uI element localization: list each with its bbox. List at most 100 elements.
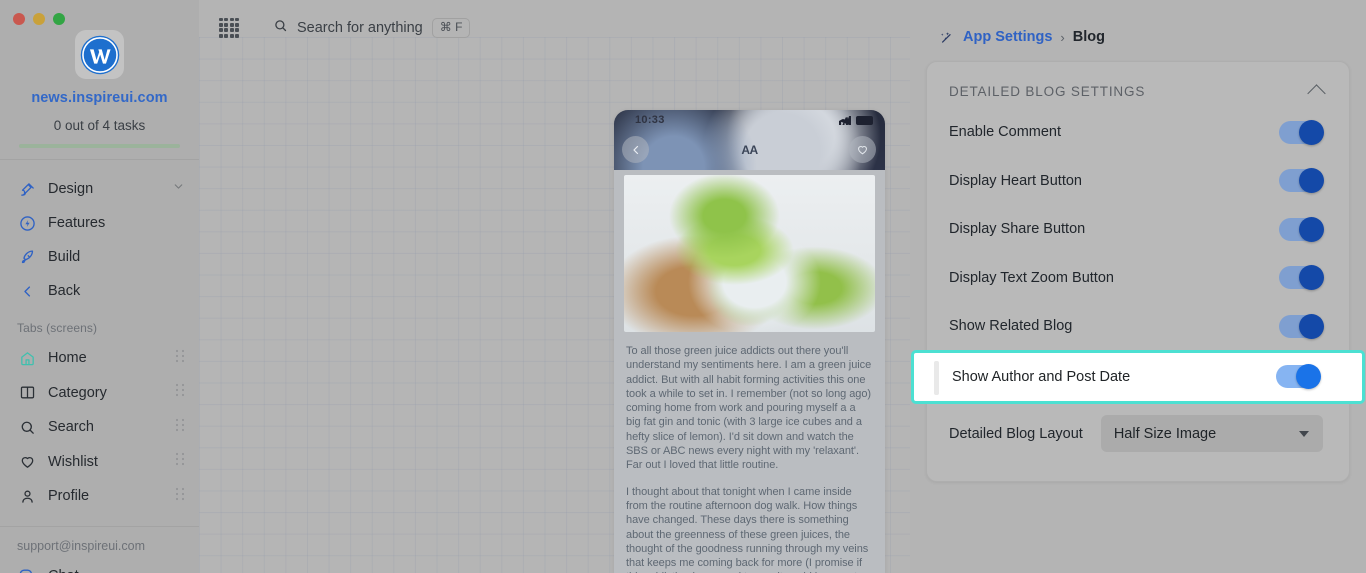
highlight-accent-bar bbox=[934, 360, 939, 395]
sidebar-item-wishlist[interactable]: Wishlist bbox=[0, 445, 199, 480]
sidebar-item-search[interactable]: Search bbox=[0, 410, 199, 445]
search-placeholder: Search for anything bbox=[297, 19, 423, 36]
sidebar-item-label: Category bbox=[48, 384, 107, 401]
detailed-blog-settings-card: DETAILED BLOG SETTINGS Enable Comment Di… bbox=[911, 61, 1365, 482]
setting-label: Detailed Blog Layout bbox=[949, 425, 1083, 442]
detailed-blog-layout-select[interactable]: Half Size Image bbox=[1100, 415, 1323, 452]
wordpress-logo-svg bbox=[80, 35, 119, 74]
tasks-progress-bar bbox=[19, 144, 180, 148]
zoom-button[interactable] bbox=[53, 13, 65, 25]
back-arrow-icon[interactable] bbox=[622, 136, 649, 163]
home-icon bbox=[17, 348, 37, 368]
wordpress-logo-icon bbox=[75, 30, 124, 79]
sidebar-item-build[interactable]: Build bbox=[0, 240, 199, 274]
settings-list: Enable Comment Display Heart Button Disp… bbox=[911, 108, 1365, 481]
tabs-section-label: Tabs (screens) bbox=[17, 321, 98, 335]
status-bar-indicators bbox=[839, 116, 873, 125]
sidebar-item-profile[interactable]: Profile bbox=[0, 479, 199, 514]
toggle-display-heart-button[interactable] bbox=[1279, 168, 1324, 194]
toggle-knob bbox=[1296, 364, 1321, 389]
select-value: Half Size Image bbox=[1113, 425, 1217, 442]
search-input[interactable]: Search for anything ⌘ F bbox=[273, 17, 471, 38]
sidebar-item-label: Build bbox=[48, 249, 81, 265]
chevron-down-icon[interactable] bbox=[172, 180, 185, 198]
toggle-display-text-zoom-button[interactable] bbox=[1279, 265, 1324, 291]
tasks-progress-fill bbox=[19, 144, 180, 148]
toggle-knob bbox=[1299, 168, 1324, 194]
toggle-display-share-button[interactable] bbox=[1279, 216, 1324, 242]
search-shortcut-badge: ⌘ F bbox=[431, 17, 471, 38]
sidebar-item-home[interactable]: Home bbox=[0, 341, 199, 376]
category-icon bbox=[17, 383, 37, 403]
drag-handle-icon[interactable] bbox=[175, 349, 185, 368]
brand-block: news.inspireui.com 0 out of 4 tasks bbox=[0, 28, 199, 148]
sidebar-item-label: Home bbox=[48, 350, 87, 367]
post-featured-image bbox=[624, 175, 875, 332]
toggle-knob bbox=[1299, 216, 1324, 242]
toggle-knob bbox=[1299, 119, 1324, 145]
setting-row-enable-comment: Enable Comment bbox=[927, 108, 1349, 157]
setting-label: Enable Comment bbox=[949, 124, 1062, 141]
drag-handle-icon[interactable] bbox=[175, 418, 185, 437]
drag-handle-icon[interactable] bbox=[175, 383, 185, 402]
sidebar-item-features[interactable]: Features bbox=[0, 206, 199, 240]
support-email[interactable]: support@inspireui.com bbox=[0, 527, 199, 553]
status-bar-time: 10:33 bbox=[635, 114, 665, 126]
brand-domain[interactable]: news.inspireui.com bbox=[0, 90, 199, 106]
sidebar-item-chat[interactable]: Chat bbox=[0, 559, 199, 573]
wishlist-heart-icon bbox=[17, 452, 37, 472]
sidebar-item-label: Profile bbox=[48, 488, 90, 505]
topbar: Search for anything ⌘ F bbox=[199, 0, 1366, 55]
post-body: To all those green juice addicts out the… bbox=[624, 332, 875, 573]
window-traffic-lights bbox=[0, 0, 199, 28]
heart-icon[interactable] bbox=[849, 136, 876, 163]
sidebar-item-category[interactable]: Category bbox=[0, 376, 199, 411]
setting-row-display-text-zoom-button: Display Text Zoom Button bbox=[927, 254, 1349, 303]
apps-grid-icon[interactable] bbox=[219, 17, 239, 38]
toggle-knob bbox=[1299, 265, 1324, 291]
back-chevron-icon bbox=[17, 281, 37, 301]
features-bolt-icon bbox=[17, 213, 37, 233]
sidebar-item-label: Back bbox=[48, 283, 81, 299]
canvas-area: Search for anything ⌘ F 10:33 AA To all … bbox=[199, 0, 1366, 573]
toggle-show-author-and-post-date[interactable] bbox=[1276, 364, 1321, 389]
sidebar-item-label: Wishlist bbox=[48, 453, 98, 470]
profile-person-icon bbox=[17, 486, 37, 506]
sidebar-item-label: Chat bbox=[48, 568, 79, 573]
close-button[interactable] bbox=[13, 13, 25, 25]
sidebar-item-label: Search bbox=[48, 419, 94, 436]
chevron-up-icon[interactable] bbox=[1307, 84, 1326, 103]
setting-label: Display Share Button bbox=[949, 221, 1086, 238]
toggle-enable-comment[interactable] bbox=[1279, 119, 1324, 145]
phone-content: To all those green juice addicts out the… bbox=[614, 170, 885, 573]
chat-bubbles-icon bbox=[17, 566, 37, 573]
setting-row-display-heart-button: Display Heart Button bbox=[927, 157, 1349, 206]
phone-hero-image: 10:33 AA bbox=[614, 110, 885, 170]
setting-row-detailed-blog-layout: Detailed Blog Layout Half Size Image bbox=[927, 403, 1349, 459]
sidebar: news.inspireui.com 0 out of 4 tasks Desi… bbox=[0, 0, 199, 573]
sidebar-item-back[interactable]: Back bbox=[0, 274, 199, 308]
battery-icon bbox=[856, 116, 873, 125]
minimize-button[interactable] bbox=[33, 13, 45, 25]
text-zoom-label: AA bbox=[741, 142, 758, 157]
sidebar-item-label: Design bbox=[48, 181, 94, 197]
card-header[interactable]: DETAILED BLOG SETTINGS bbox=[927, 62, 1349, 108]
text-zoom-button[interactable]: AA bbox=[736, 136, 763, 163]
setting-label: Show Author and Post Date bbox=[952, 368, 1131, 385]
drag-handle-icon[interactable] bbox=[175, 452, 185, 471]
toggle-show-related-blog[interactable] bbox=[1279, 313, 1324, 339]
toggle-knob bbox=[1299, 313, 1324, 339]
setting-row-display-share-button: Display Share Button bbox=[927, 205, 1349, 254]
setting-label: Show Related Blog bbox=[949, 318, 1073, 335]
drag-handle-icon[interactable] bbox=[175, 487, 185, 506]
setting-row-show-author-and-post-date: Show Author and Post Date bbox=[911, 349, 1365, 404]
settings-panel: App Settings › Blog DETAILED BLOG SETTIN… bbox=[910, 0, 1366, 573]
search-icon bbox=[17, 417, 37, 437]
app-window: news.inspireui.com 0 out of 4 tasks Desi… bbox=[0, 0, 1366, 573]
sidebar-item-design[interactable]: Design bbox=[0, 172, 199, 206]
setting-row-show-related-blog: Show Related Blog bbox=[927, 302, 1349, 351]
phone-preview: 10:33 AA To all those green juice addict… bbox=[614, 110, 885, 573]
caret-down-icon bbox=[1299, 430, 1309, 437]
search-icon bbox=[273, 18, 288, 38]
card-title: DETAILED BLOG SETTINGS bbox=[949, 83, 1146, 99]
